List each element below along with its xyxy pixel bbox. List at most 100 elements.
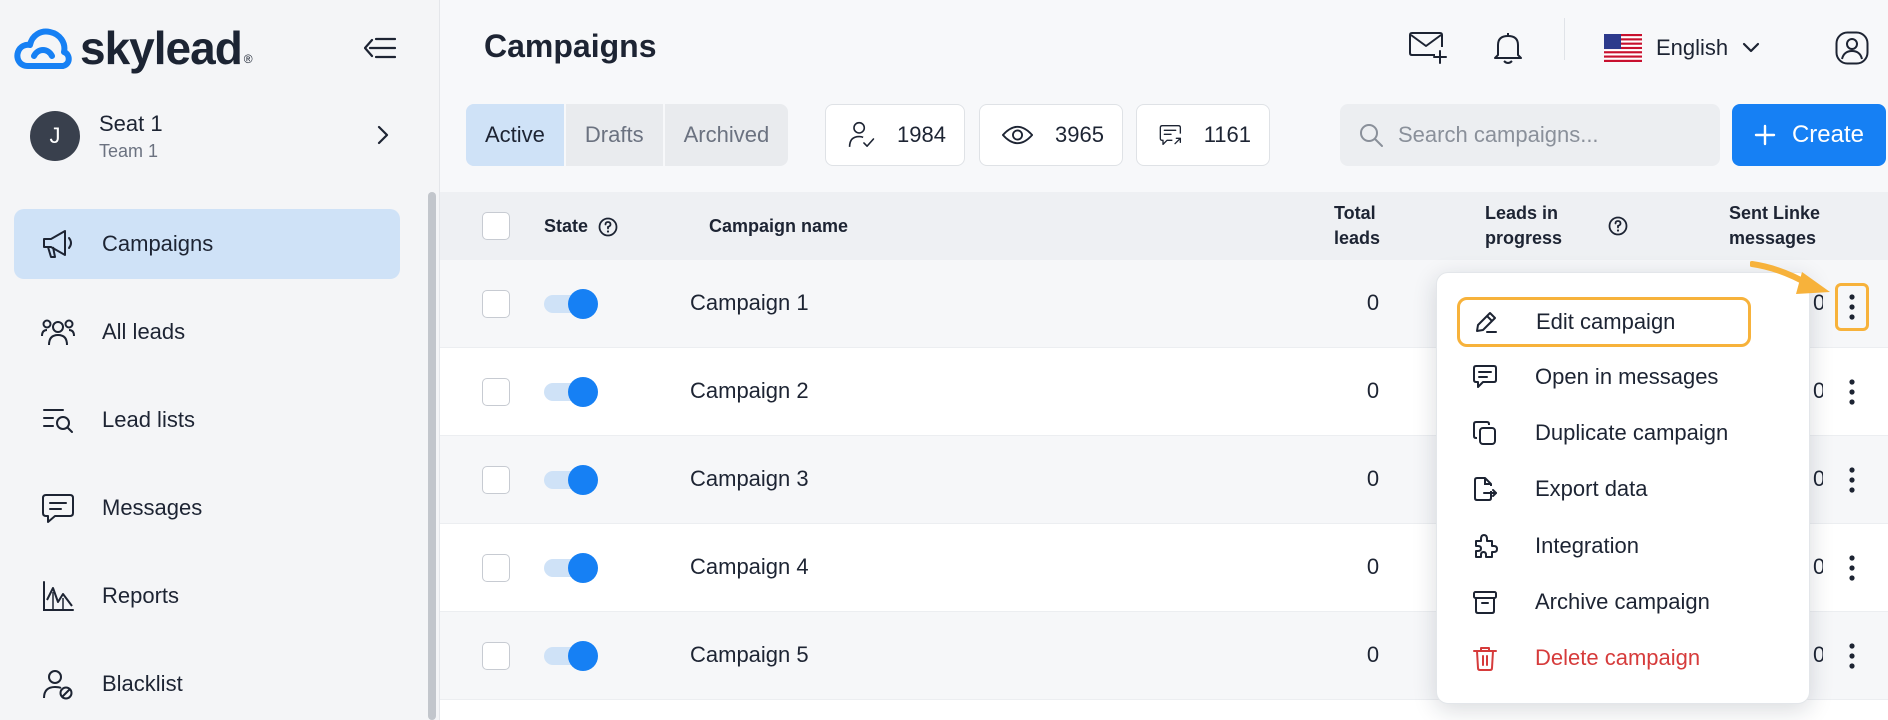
sidebar-item-label: Lead lists	[102, 407, 195, 432]
sidebar-scrollbar[interactable]	[428, 192, 436, 720]
language-selector[interactable]: English	[1604, 28, 1760, 68]
user-check-icon	[848, 121, 875, 147]
us-flag-icon	[1604, 34, 1642, 62]
header-divider	[1564, 18, 1565, 60]
column-header-line: Leads in	[1485, 203, 1559, 223]
column-header-state[interactable]: State	[544, 214, 618, 239]
help-icon[interactable]	[598, 217, 618, 237]
search-input[interactable]	[1398, 122, 1698, 148]
annotation-arrow-icon	[1750, 261, 1830, 294]
row-checkbox[interactable]	[482, 466, 510, 494]
menu-item-edit-campaign[interactable]: Edit campaign	[1457, 297, 1751, 347]
stat-value: 1984	[897, 122, 946, 147]
trash-icon	[1469, 645, 1501, 671]
eye-icon	[1002, 125, 1034, 145]
column-header-line: Sent Linke	[1729, 203, 1821, 223]
row-actions-button[interactable]	[1835, 283, 1869, 331]
campaign-state-toggle[interactable]	[544, 641, 598, 671]
sent-messages-value: 0	[1813, 554, 1823, 579]
row-checkbox[interactable]	[482, 290, 510, 318]
skylead-logo[interactable]: skylead ®	[14, 20, 253, 76]
row-actions-button[interactable]	[1832, 636, 1872, 676]
column-header-sent-messages[interactable]: Sent Linke messages	[1729, 201, 1888, 251]
campaign-name[interactable]: Campaign 2	[690, 378, 809, 404]
sidebar-item-label: All leads	[102, 319, 186, 344]
sidebar-nav: Campaigns All leads Lead lists Messages …	[14, 209, 400, 720]
campaign-name[interactable]: Campaign 5	[690, 642, 809, 668]
chevron-down-icon	[1743, 42, 1760, 53]
stat-value: 1161	[1203, 122, 1251, 147]
notifications-button[interactable]	[1488, 28, 1528, 68]
row-checkbox[interactable]	[482, 378, 510, 406]
pencil-icon	[1470, 309, 1502, 335]
tab-active[interactable]: Active	[466, 104, 566, 166]
brand-name: skylead	[80, 22, 243, 74]
campaign-name[interactable]: Campaign 3	[690, 466, 809, 492]
sidebar-item-lead-lists[interactable]: Lead lists	[14, 385, 400, 455]
registered-mark: ®	[243, 52, 253, 66]
menu-item-integration[interactable]: Integration	[1459, 521, 1789, 571]
campaign-state-toggle[interactable]	[544, 289, 598, 319]
bell-icon	[1494, 33, 1522, 64]
message-arrow-icon	[1159, 124, 1182, 146]
campaign-name[interactable]: Campaign 1	[690, 290, 809, 316]
message-icon	[36, 492, 80, 524]
stat-leads: 1984	[825, 104, 965, 166]
sidebar-item-label: Messages	[102, 495, 203, 520]
menu-item-label: Delete campaign	[1535, 645, 1701, 670]
seat-team: Team 1	[99, 140, 159, 161]
kebab-menu-icon	[1849, 643, 1855, 669]
select-all-checkbox[interactable]	[482, 212, 510, 240]
total-leads-value: 0	[1366, 290, 1380, 315]
sidebar-item-campaigns[interactable]: Campaigns	[14, 209, 400, 279]
sidebar-item-blacklist[interactable]: Blacklist	[14, 649, 400, 719]
compose-mail-button[interactable]	[1408, 28, 1448, 68]
kebab-menu-icon	[1849, 379, 1855, 405]
kebab-menu-icon	[1849, 555, 1855, 581]
create-campaign-button[interactable]: Create	[1732, 104, 1886, 166]
megaphone-icon	[36, 228, 80, 260]
menu-item-archive-campaign[interactable]: Archive campaign	[1459, 577, 1789, 627]
menu-item-duplicate-campaign[interactable]: Duplicate campaign	[1459, 408, 1789, 458]
menu-item-label: Open in messages	[1535, 364, 1719, 389]
column-header-campaign-name[interactable]: Campaign name	[709, 214, 848, 239]
sidebar-item-label: Blacklist	[102, 671, 183, 696]
column-header-line: Total	[1334, 203, 1376, 223]
copy-icon	[1469, 420, 1501, 446]
row-actions-button[interactable]	[1832, 460, 1872, 500]
campaign-name[interactable]: Campaign 4	[690, 554, 809, 580]
archive-icon	[1469, 589, 1501, 615]
sidebar-item-all-leads[interactable]: All leads	[14, 297, 400, 367]
row-checkbox[interactable]	[482, 554, 510, 582]
toggle-knob	[568, 377, 598, 407]
column-header-leads-in-progress[interactable]: Leads in progress	[1485, 201, 1562, 251]
campaign-state-toggle[interactable]	[544, 377, 598, 407]
message-icon	[1469, 364, 1501, 390]
row-actions-button[interactable]	[1832, 548, 1872, 588]
sidebar-item-messages[interactable]: Messages	[14, 473, 400, 543]
total-leads-value: 0	[1366, 466, 1380, 491]
table-header: State Campaign name Total leads Leads in…	[440, 192, 1888, 260]
campaign-state-toggle[interactable]	[544, 553, 598, 583]
search-box[interactable]	[1340, 104, 1720, 166]
menu-item-export-data[interactable]: Export data	[1459, 464, 1789, 514]
sidebar-item-reports[interactable]: Reports	[14, 561, 400, 631]
tab-archived[interactable]: Archived	[665, 104, 789, 166]
toggle-knob	[568, 641, 598, 671]
collapse-sidebar-button[interactable]	[362, 30, 398, 66]
help-icon[interactable]	[1608, 216, 1628, 236]
row-checkbox[interactable]	[482, 642, 510, 670]
seat-switcher[interactable]: J Seat 1 Team 1	[30, 108, 400, 164]
search-icon	[1360, 124, 1383, 147]
campaign-state-toggle[interactable]	[544, 465, 598, 495]
chevron-right-icon	[377, 125, 389, 145]
sidebar-item-label: Campaigns	[102, 231, 214, 256]
row-actions-button[interactable]	[1832, 372, 1872, 412]
profile-button[interactable]	[1832, 28, 1872, 68]
plus-icon	[1754, 124, 1776, 146]
menu-item-open-in-messages[interactable]: Open in messages	[1459, 352, 1789, 402]
tab-drafts[interactable]: Drafts	[566, 104, 665, 166]
menu-item-delete-campaign[interactable]: Delete campaign	[1459, 633, 1789, 683]
column-header-total-leads[interactable]: Total leads	[1334, 201, 1380, 251]
sent-messages-value: 0	[1813, 642, 1823, 667]
